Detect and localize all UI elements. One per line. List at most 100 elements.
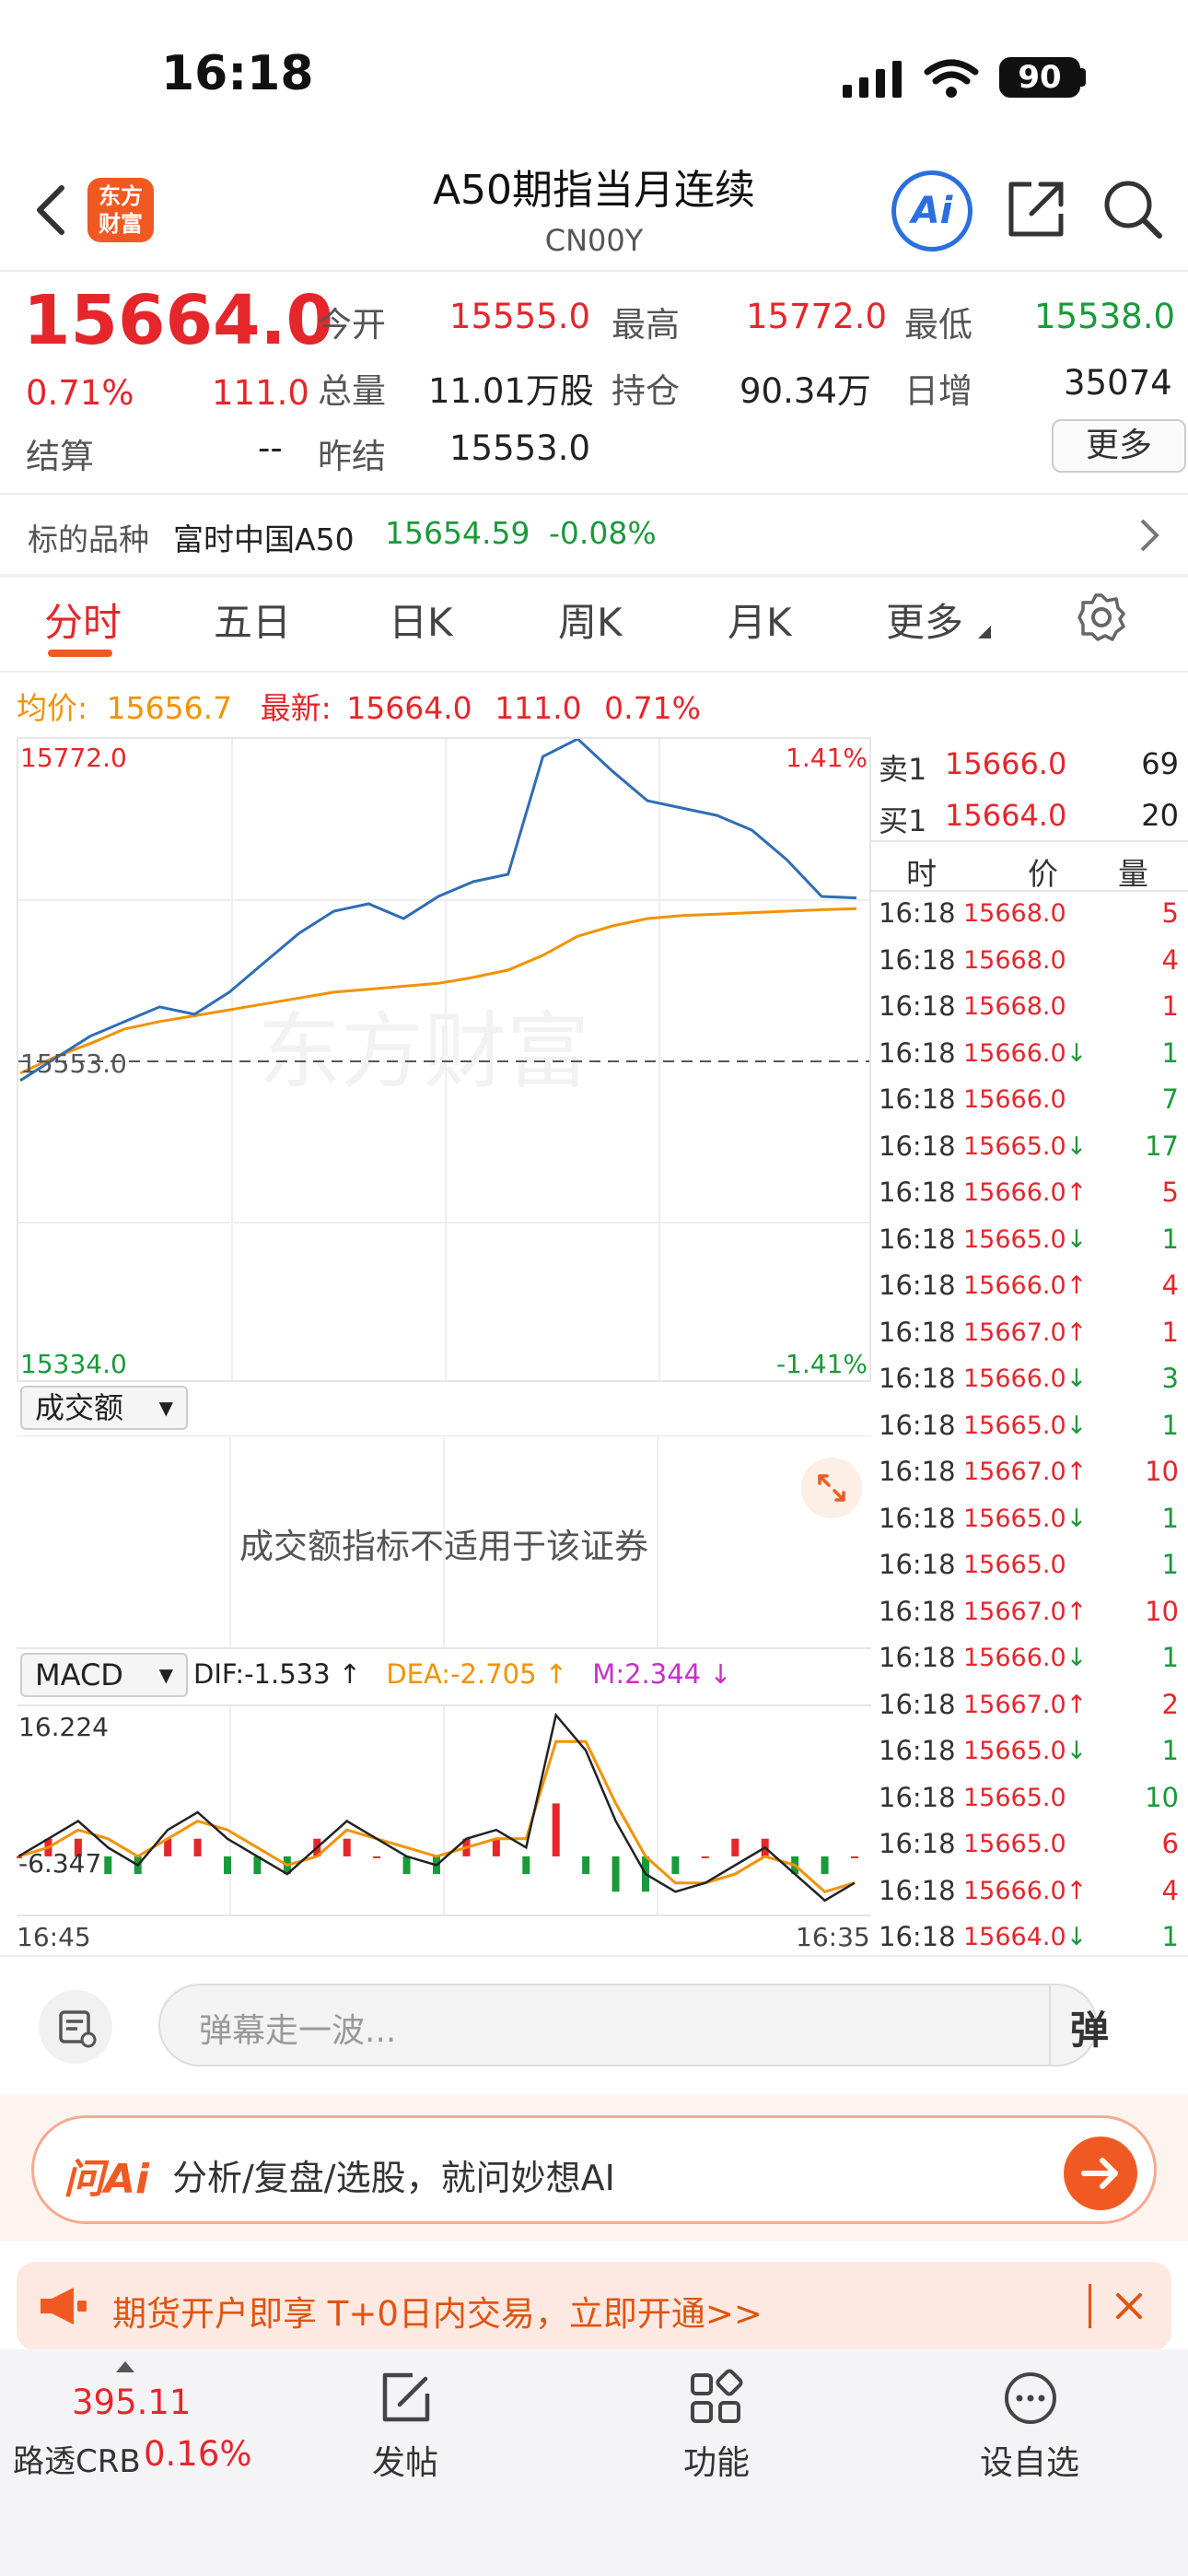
chevron-right-icon	[1138, 517, 1160, 557]
trade-direction-icon: ↑	[1066, 1876, 1088, 1905]
trade-row: 16:18 15665.0↓ 1	[871, 1404, 1188, 1450]
macd-bar	[851, 1856, 858, 1858]
chevron-down-icon: ▼	[158, 1664, 173, 1686]
ask-volume: 69	[1141, 746, 1179, 781]
trade-price: 15668.0	[963, 899, 1066, 928]
macd-indicator-select[interactable]: MACD ▼	[20, 1653, 188, 1697]
trade-volume: 1	[1161, 1036, 1179, 1069]
tab-monthly-k[interactable]: 月K	[728, 591, 792, 648]
trade-price: 15666.0↓	[963, 1039, 1087, 1068]
trade-direction-icon: ↓	[1066, 1364, 1088, 1393]
trade-price: 15665.0	[963, 1784, 1066, 1812]
ai-button[interactable]: Ai	[891, 170, 973, 252]
search-icon[interactable]	[1101, 177, 1165, 245]
trade-volume: 1	[1161, 1735, 1179, 1766]
danmu-toggle-label: 弹	[1070, 2008, 1110, 2053]
promo-banner[interactable]: 期货开户即享 T+0日内交易，立即开通>>	[17, 2262, 1171, 2350]
col-volume: 量	[1118, 856, 1148, 892]
macd-bar	[492, 1838, 500, 1856]
trade-price: 15666.0↓	[963, 1364, 1087, 1393]
latest-value: 15664.0	[346, 690, 472, 726]
more-stats-button[interactable]: 更多	[1052, 419, 1186, 473]
crb-label: 路透CRB	[13, 2443, 141, 2480]
trade-row: 16:18 15665.0 6	[871, 1822, 1188, 1868]
macd-bar	[193, 1838, 202, 1856]
back-icon[interactable]	[32, 182, 69, 241]
axis-bottom-pct: -1.41%	[776, 1349, 868, 1379]
bid-volume: 20	[1141, 798, 1179, 833]
danmu-input[interactable]: 弹幕走一波...	[158, 1984, 1098, 2067]
trade-price-value: 15665.0	[963, 1411, 1066, 1440]
underlying-row[interactable]: 标的品种 富时中国A50 15654.59 -0.08%	[0, 495, 1188, 574]
trade-time: 16:18	[879, 1036, 956, 1069]
trade-time: 16:18	[879, 897, 956, 929]
prev-settle-value: 15553.0	[449, 428, 591, 468]
settle-value: --	[258, 428, 283, 468]
macd-bar	[611, 1856, 620, 1892]
trade-price: 15667.0↑	[963, 1458, 1087, 1486]
tab-weekly-k[interactable]: 周K	[558, 591, 623, 648]
share-icon[interactable]	[1004, 177, 1068, 245]
close-icon[interactable]	[1111, 2288, 1147, 2328]
crb-change: 0.16%	[144, 2434, 252, 2474]
trades-header: 时 价 量	[871, 840, 1188, 892]
trade-price: 15665.0↓	[963, 1411, 1087, 1440]
trade-row: 16:18 15666.0↓ 1	[871, 1636, 1188, 1682]
watermark-text: 东方	[258, 1003, 424, 1100]
price-chart[interactable]: 东方 财富 15772.0 15553.0 15334.0 1.41% -1.4…	[17, 737, 871, 1382]
add-watchlist-button[interactable]: 设自选	[971, 2368, 1090, 2488]
trades-list[interactable]: 16:18 15668.0 5 16:18 15668.0 4 16:18 15668.0 1 1…	[871, 892, 1188, 1961]
col-price: 价	[1028, 856, 1058, 892]
trade-time: 16:18	[879, 1549, 956, 1580]
macd-bar	[224, 1856, 231, 1875]
daily-inc-value: 35074	[1064, 363, 1172, 403]
tab-more[interactable]: 更多	[886, 591, 963, 648]
danmu-toggle-button[interactable]: 弹	[1070, 1999, 1109, 2055]
trade-volume: 10	[1145, 1456, 1179, 1487]
trade-price-value: 15665.0	[963, 1551, 1066, 1579]
open-value: 15555.0	[449, 297, 591, 336]
ask-ai-bar[interactable]: 问Ai 分析/复盘/选股，就问妙想AI	[31, 2115, 1157, 2224]
trade-row: 16:18 15668.0 5	[871, 892, 1188, 938]
tab-five-day[interactable]: 五日	[214, 591, 291, 648]
trade-volume: 1	[1161, 1502, 1179, 1534]
prev-settle-label: 昨结	[318, 437, 386, 476]
tab-intraday[interactable]: 分时	[44, 591, 122, 648]
expand-icon[interactable]	[801, 1458, 862, 1518]
wifi-icon	[924, 59, 979, 103]
section-gap	[0, 574, 1188, 578]
trade-price-value: 15664.0	[963, 1923, 1066, 1951]
trade-row: 16:18 15666.0↑ 4	[871, 1869, 1188, 1915]
trade-row: 16:18 15665.0↓ 1	[871, 1218, 1188, 1264]
trade-price-value: 15665.0	[963, 1783, 1066, 1812]
crb-widget[interactable]: 395.11 路透CRB 0.16%	[0, 2349, 276, 2488]
danmu-list-icon[interactable]	[39, 1990, 112, 2064]
trade-volume: 5	[1161, 1177, 1179, 1208]
trade-price: 15666.0↑	[963, 1178, 1087, 1207]
trade-time: 16:18	[879, 990, 956, 1022]
macd-histogram	[17, 1803, 858, 1892]
post-button[interactable]: 发帖	[352, 2368, 462, 2488]
macd-m: M:2.344 ↓	[592, 1658, 732, 1690]
underlying-label: 标的品种	[28, 521, 149, 557]
trade-time: 16:18	[879, 1316, 956, 1348]
settings-gear-icon[interactable]	[1076, 591, 1127, 647]
trade-volume: 1	[1161, 1921, 1179, 1952]
tab-daily-k[interactable]: 日K	[389, 591, 453, 648]
trade-direction-icon: ↓	[1066, 1131, 1088, 1161]
chart-area[interactable]: 东方 财富 15772.0 15553.0 15334.0 1.41% -1.4…	[17, 737, 871, 1955]
trade-price-value: 15665.0	[963, 1504, 1066, 1533]
trade-price-value: 15666.0	[963, 1085, 1066, 1114]
trade-row: 16:18 15667.0↑ 2	[871, 1683, 1188, 1729]
trade-row: 16:18 15666.0↑ 4	[871, 1264, 1188, 1310]
trade-direction-icon: ↓	[1066, 1038, 1088, 1068]
bottom-toolbar: 395.11 路透CRB 0.16% 发帖 功能 设自选	[0, 2349, 1188, 2576]
ask-ai-go-button[interactable]	[1064, 2137, 1137, 2210]
trade-price: 15666.0↓	[963, 1644, 1087, 1672]
volume-indicator-select[interactable]: 成交额 ▼	[20, 1386, 188, 1430]
macd-bar	[701, 1856, 709, 1858]
high-value: 15772.0	[746, 297, 888, 336]
function-button[interactable]: 功能	[661, 2368, 772, 2488]
trade-price: 15665.0↓	[963, 1505, 1087, 1533]
trade-time: 16:18	[879, 1177, 956, 1208]
